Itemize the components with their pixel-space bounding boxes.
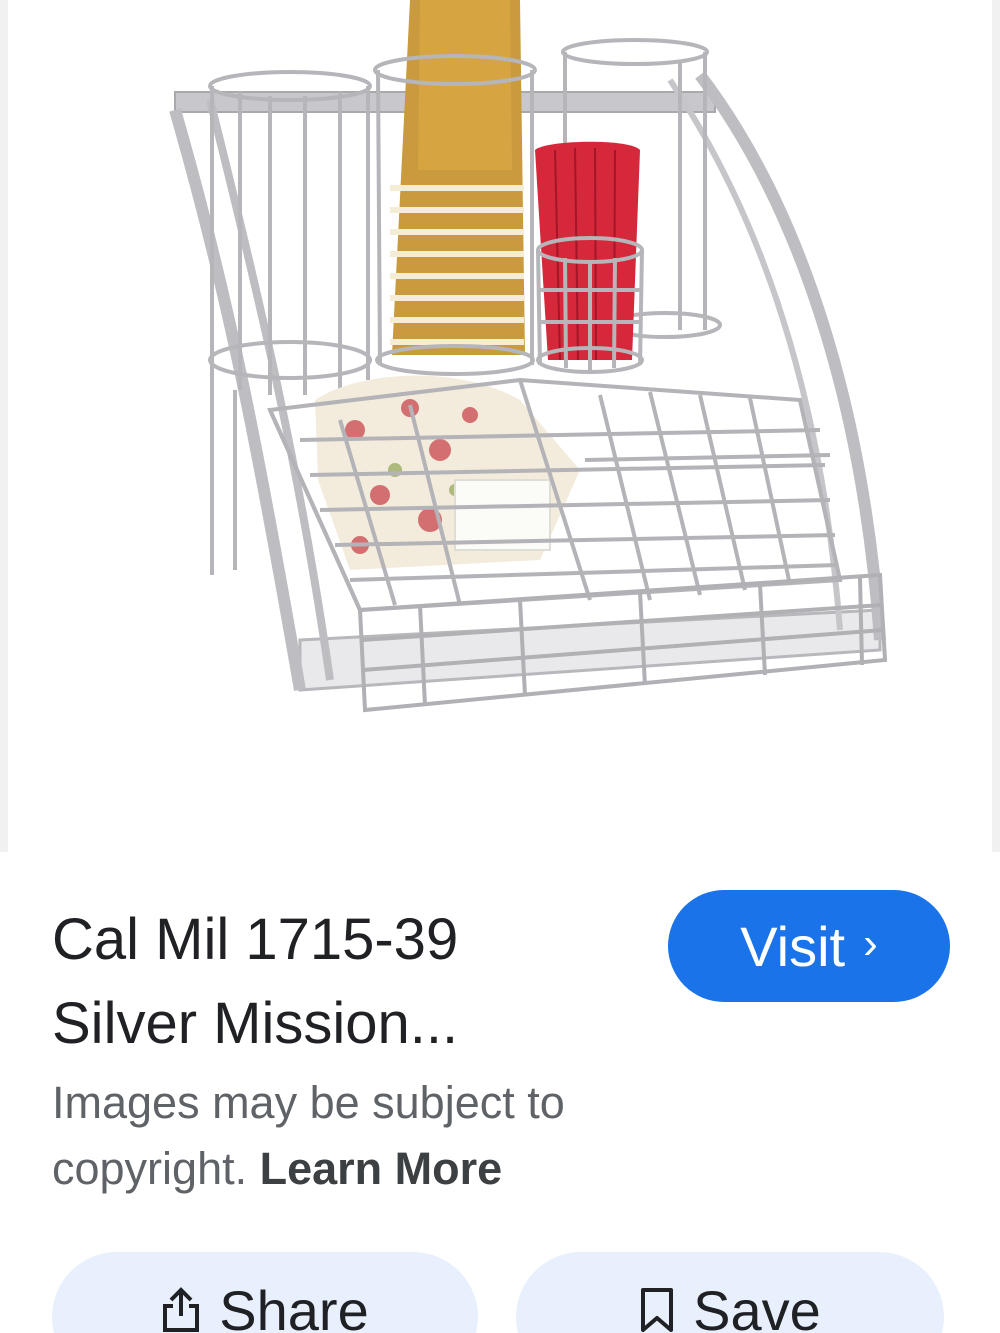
save-button[interactable]: Save (516, 1252, 944, 1333)
copyright-notice: Images may be subject to copyright. Lear… (52, 1070, 692, 1202)
product-image[interactable] (0, 0, 1000, 852)
share-button-label: Share (219, 1279, 369, 1333)
share-button[interactable]: Share (52, 1252, 478, 1333)
wire-rack-illustration (169, 0, 888, 713)
product-title-line-2: Silver Mission... (52, 991, 459, 1056)
learn-more-link[interactable]: Learn More (260, 1143, 503, 1194)
visit-button[interactable]: Visit › (668, 890, 950, 1002)
bookmark-icon (641, 1288, 674, 1332)
product-title-line-1: Cal Mil 1715-39 (52, 907, 459, 972)
share-icon (163, 1287, 200, 1332)
save-button-label: Save (693, 1279, 821, 1333)
visit-button-label: Visit (740, 914, 846, 978)
product-title[interactable]: Cal Mil 1715-39 Silver Mission... (52, 898, 632, 1066)
chevron-right-icon: › (863, 919, 878, 968)
